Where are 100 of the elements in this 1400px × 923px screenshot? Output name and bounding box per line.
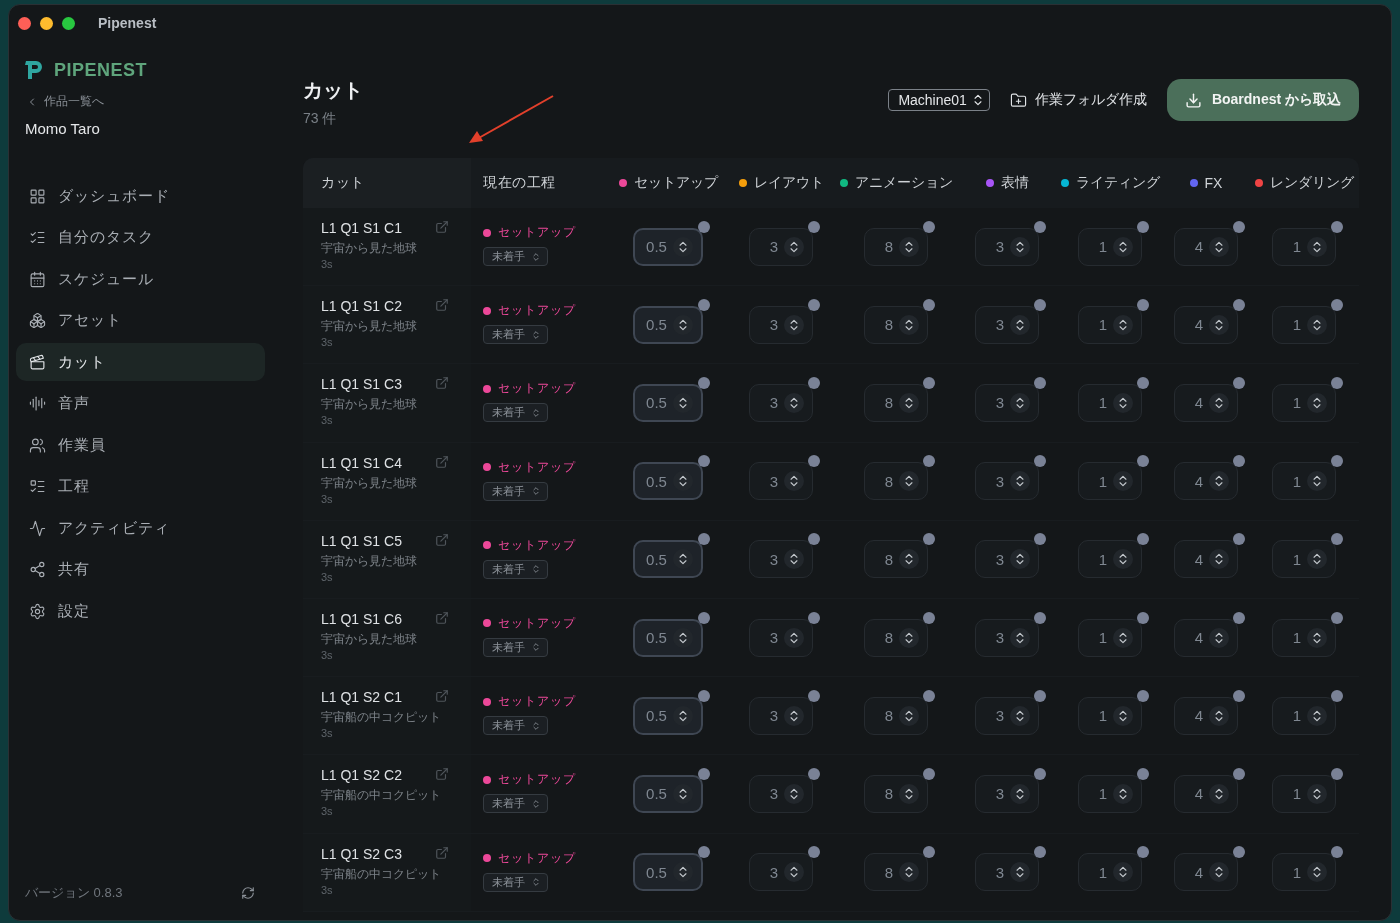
number-stepper[interactable]: 1 [1271, 305, 1337, 344]
updown-icon[interactable] [1113, 392, 1134, 413]
minimize-button[interactable] [40, 16, 53, 30]
number-stepper[interactable]: 4 [1173, 227, 1239, 266]
updown-icon[interactable] [899, 862, 920, 883]
updown-icon[interactable] [1113, 314, 1134, 335]
updown-icon[interactable] [899, 627, 920, 648]
updown-icon[interactable] [784, 705, 805, 726]
number-stepper[interactable]: 3 [748, 383, 814, 422]
status-select[interactable]: 未着手 [483, 872, 548, 892]
number-stepper[interactable]: 3 [748, 618, 814, 657]
number-stepper[interactable]: 3 [748, 462, 814, 501]
updown-icon[interactable] [1010, 471, 1031, 492]
updown-icon[interactable] [784, 549, 805, 570]
updown-icon[interactable] [1010, 862, 1031, 883]
updown-icon[interactable] [899, 783, 920, 804]
updown-icon[interactable] [1307, 783, 1328, 804]
number-stepper[interactable]: 1 [1077, 696, 1143, 735]
number-stepper[interactable]: 4 [1173, 618, 1239, 657]
updown-icon[interactable] [899, 705, 920, 726]
number-stepper[interactable]: 1 [1271, 227, 1337, 266]
number-stepper[interactable]: 4 [1173, 774, 1239, 813]
updown-icon[interactable] [899, 314, 920, 335]
updown-icon[interactable] [1307, 705, 1328, 726]
sidebar-item[interactable]: 工程 [16, 467, 265, 506]
updown-icon[interactable] [1113, 471, 1134, 492]
machine-select[interactable]: Machine01 [888, 89, 990, 111]
number-stepper[interactable]: 4 [1173, 540, 1239, 579]
number-stepper[interactable]: 1 [1077, 383, 1143, 422]
number-stepper[interactable]: 3 [974, 540, 1040, 579]
number-stepper[interactable]: 0.5 [633, 696, 703, 735]
sidebar-item[interactable]: 共有 [16, 550, 265, 589]
updown-icon[interactable] [1209, 314, 1230, 335]
updown-icon[interactable] [1307, 471, 1328, 492]
number-stepper[interactable]: 4 [1173, 853, 1239, 892]
number-stepper[interactable]: 0.5 [633, 462, 703, 501]
status-select[interactable]: 未着手 [483, 403, 548, 423]
updown-icon[interactable] [1113, 549, 1134, 570]
number-stepper[interactable]: 4 [1173, 462, 1239, 501]
updown-icon[interactable] [784, 471, 805, 492]
number-stepper[interactable]: 4 [1173, 383, 1239, 422]
updown-icon[interactable] [1010, 705, 1031, 726]
status-select[interactable]: 未着手 [483, 559, 548, 579]
updown-icon[interactable] [1113, 236, 1134, 257]
updown-icon[interactable] [1307, 392, 1328, 413]
updown-icon[interactable] [1113, 627, 1134, 648]
updown-icon[interactable] [784, 236, 805, 257]
number-stepper[interactable]: 0.5 [633, 618, 703, 657]
number-stepper[interactable]: 4 [1173, 696, 1239, 735]
number-stepper[interactable]: 1 [1077, 774, 1143, 813]
updown-icon[interactable] [784, 783, 805, 804]
updown-icon[interactable] [784, 314, 805, 335]
number-stepper[interactable]: 3 [974, 227, 1040, 266]
import-button[interactable]: Boardnest から取込 [1166, 79, 1359, 121]
sidebar-item[interactable]: ダッシュボード [16, 177, 265, 215]
sidebar-item[interactable]: スケジュール [16, 260, 265, 298]
number-stepper[interactable]: 3 [974, 462, 1040, 501]
number-stepper[interactable]: 0.5 [633, 853, 703, 892]
create-folder-button[interactable]: 作業フォルダ作成 [1009, 91, 1147, 109]
number-stepper[interactable]: 8 [863, 305, 929, 344]
updown-icon[interactable] [1209, 705, 1230, 726]
number-stepper[interactable]: 1 [1271, 540, 1337, 579]
updown-icon[interactable] [1010, 392, 1031, 413]
updown-icon[interactable] [1209, 392, 1230, 413]
updown-icon[interactable] [1209, 862, 1230, 883]
number-stepper[interactable]: 1 [1077, 227, 1143, 266]
sidebar-item[interactable]: 音声 [16, 384, 265, 423]
updown-icon[interactable] [1209, 783, 1230, 804]
status-select[interactable]: 未着手 [483, 247, 548, 266]
status-select[interactable]: 未着手 [483, 325, 548, 345]
number-stepper[interactable]: 0.5 [633, 774, 703, 813]
number-stepper[interactable]: 1 [1271, 618, 1337, 657]
number-stepper[interactable]: 3 [748, 853, 814, 892]
number-stepper[interactable]: 4 [1173, 305, 1239, 344]
updown-icon[interactable] [1113, 783, 1134, 804]
updown-icon[interactable] [784, 862, 805, 883]
number-stepper[interactable]: 0.5 [633, 305, 703, 344]
number-stepper[interactable]: 3 [974, 305, 1040, 344]
updown-icon[interactable] [1010, 549, 1031, 570]
back-link[interactable]: 作品一覧へ [26, 93, 265, 110]
status-select[interactable]: 未着手 [483, 794, 548, 814]
updown-icon[interactable] [1209, 549, 1230, 570]
updown-icon[interactable] [1209, 627, 1230, 648]
number-stepper[interactable]: 1 [1271, 696, 1337, 735]
status-select[interactable]: 未着手 [483, 481, 548, 501]
number-stepper[interactable]: 3 [748, 774, 814, 813]
number-stepper[interactable]: 1 [1271, 383, 1337, 422]
sidebar-item[interactable]: 自分のタスク [16, 218, 265, 257]
number-stepper[interactable]: 3 [974, 383, 1040, 422]
updown-icon[interactable] [1307, 549, 1328, 570]
number-stepper[interactable]: 3 [974, 618, 1040, 657]
number-stepper[interactable]: 8 [863, 462, 929, 501]
number-stepper[interactable]: 3 [748, 696, 814, 735]
updown-icon[interactable] [1209, 236, 1230, 257]
number-stepper[interactable]: 3 [974, 696, 1040, 735]
updown-icon[interactable] [1307, 862, 1328, 883]
sidebar-item[interactable]: 作業員 [16, 426, 265, 464]
number-stepper[interactable]: 8 [863, 774, 929, 813]
number-stepper[interactable]: 1 [1271, 853, 1337, 892]
number-stepper[interactable]: 8 [863, 383, 929, 422]
